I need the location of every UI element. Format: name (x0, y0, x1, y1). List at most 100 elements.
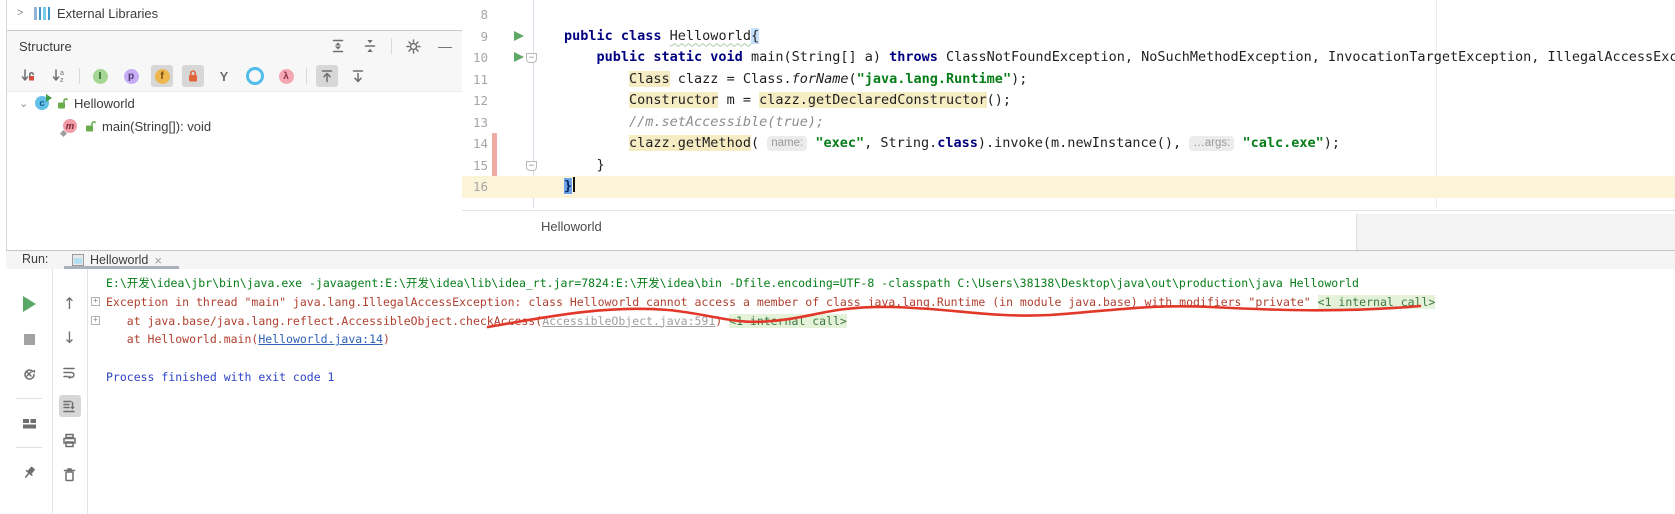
code-line[interactable]: 12 Constructor m = clazz.getDeclaredCons… (462, 90, 1675, 112)
code-text: public static void main(String[] a) thro… (564, 47, 1675, 69)
autoscroll-to-source-icon[interactable] (316, 65, 338, 87)
code-token (564, 92, 629, 108)
code-token: m = (718, 92, 759, 108)
code-token: } (564, 157, 605, 173)
left-panel: > External Libraries Scratches and Conso… (6, 0, 463, 250)
console-line: Process finished with exit code 1 (106, 368, 1675, 387)
public-lock-icon (56, 97, 68, 110)
scroll-to-end-icon[interactable] (59, 395, 81, 417)
editor[interactable]: 89public class Helloworld{10 − public sta… (462, 0, 1675, 250)
console-line: +Exception in thread "main" java.lang.Il… (106, 293, 1675, 312)
class-run-icon: c (35, 96, 50, 111)
run-line-icon[interactable] (514, 52, 524, 62)
up-stack-trace-icon[interactable]: ↑ (59, 293, 81, 315)
rerun-button[interactable] (18, 293, 40, 315)
code-line[interactable]: 13 //m.setAccessible(true); (462, 112, 1675, 134)
run-panel-label: Run: (22, 252, 48, 266)
console-line: + at java.base/java.lang.reflect.Accessi… (106, 312, 1675, 331)
chevron-down-icon[interactable]: ⌄ (19, 97, 29, 110)
show-inherited-icon[interactable]: I (89, 65, 111, 87)
code-text: Constructor m = clazz.getDeclaredConstru… (564, 90, 1011, 112)
public-lock-icon (84, 120, 96, 133)
tree-item-method[interactable]: m main(String[]): void (7, 115, 462, 138)
code-token: ( (751, 135, 767, 151)
code-token: //m.setAccessible(true); (629, 114, 824, 130)
expand-all-icon[interactable] (327, 35, 349, 57)
tree-item-label: Helloworld (74, 96, 135, 111)
line-number: 10 (462, 47, 488, 69)
code-area[interactable]: 89public class Helloworld{10 − public sta… (462, 4, 1675, 198)
code-token: "calc.exe" (1242, 135, 1323, 151)
rerun-failed-icon[interactable] (18, 363, 40, 385)
console-text: ) (715, 314, 729, 328)
tree-item-class[interactable]: ⌄ c Helloworld (7, 92, 462, 115)
chevron-right-icon[interactable]: > (17, 7, 27, 19)
run-tab-title: Helloworld (90, 253, 148, 267)
code-text: clazz.getMethod( name: "exec", String.cl… (564, 133, 1340, 155)
show-lambdas-icon[interactable]: λ (275, 65, 297, 87)
show-non-public-lock-icon[interactable] (182, 65, 204, 87)
line-number: 15 (462, 155, 488, 177)
stop-button[interactable] (18, 328, 40, 350)
code-token: ); (1011, 71, 1027, 87)
console-text: at Helloworld.main( (106, 332, 258, 346)
code-token: ); (1324, 135, 1340, 151)
corner-filler (1356, 214, 1675, 250)
console-output[interactable]: E:\开发\idea\jbr\bin\java.exe -javaagent:E… (87, 269, 1675, 514)
soft-wrap-icon[interactable] (59, 361, 81, 383)
code-line[interactable]: 15 − } (462, 155, 1675, 177)
code-line[interactable]: 11 Class clazz = Class.forName("java.lan… (462, 69, 1675, 91)
console-line (106, 349, 1675, 368)
clear-console-icon[interactable] (59, 463, 81, 485)
stack-trace-link[interactable]: AccessibleObject.java:591 (542, 314, 715, 328)
caret (573, 177, 575, 192)
code-token: clazz.getMethod (629, 135, 751, 151)
collapse-all-icon[interactable] (359, 35, 381, 57)
code-token: ).invoke(m.newInstance(), (978, 135, 1189, 151)
expand-stack-icon[interactable]: + (91, 297, 100, 306)
autoscroll-from-source-icon[interactable] (347, 65, 369, 87)
sort-alphabetically-icon[interactable]: az (48, 65, 70, 87)
layout-settings-icon[interactable] (18, 412, 40, 434)
sort-by-visibility-icon[interactable] (17, 65, 39, 87)
code-text: Class clazz = Class.forName("java.lang.R… (564, 69, 1027, 91)
console-toolbar: ↑ ↓ (52, 269, 88, 514)
code-text: public class Helloworld{ (564, 26, 759, 48)
show-fields-icon[interactable]: f (151, 65, 173, 87)
console-text: ) (383, 332, 390, 346)
run-toolbar (6, 269, 53, 514)
change-marker (492, 133, 497, 155)
code-line[interactable]: 9public class Helloworld{ (462, 26, 1675, 48)
code-token: "exec" (815, 135, 864, 151)
console-line: at Helloworld.main(Helloworld.java:14) (106, 330, 1675, 349)
settings-gear-icon[interactable] (402, 35, 424, 57)
run-line-icon[interactable] (514, 31, 524, 41)
project-item-external-libraries[interactable]: > External Libraries (7, 0, 462, 26)
close-tab-icon[interactable]: × (154, 254, 162, 267)
fold-marker[interactable]: − (526, 53, 537, 63)
show-properties-icon[interactable]: p (120, 65, 142, 87)
stack-trace-link[interactable]: Helloworld.java:14 (258, 332, 383, 346)
show-anonymous-icon[interactable]: Y (213, 65, 235, 87)
hide-panel-icon[interactable]: — (434, 35, 456, 57)
blue-ring-icon[interactable] (244, 65, 266, 87)
breadcrumb-item[interactable]: Helloworld (541, 219, 602, 234)
code-token (564, 114, 629, 130)
pin-tab-icon[interactable] (18, 461, 40, 483)
svg-text:z: z (60, 77, 64, 84)
print-icon[interactable] (59, 429, 81, 451)
code-line[interactable]: 8 (462, 4, 1675, 26)
code-line[interactable]: 14 clazz.getMethod( name: "exec", String… (462, 133, 1675, 155)
console-text: Exception in thread "main" java.lang.Ill… (106, 295, 1318, 309)
code-token: } (564, 178, 572, 194)
fold-marker[interactable]: − (526, 161, 537, 171)
line-number: 11 (462, 69, 488, 91)
project-tree: > External Libraries Scratches and Conso… (7, 0, 462, 30)
down-stack-trace-icon[interactable]: ↓ (59, 327, 81, 349)
library-icon (34, 7, 50, 20)
expand-stack-icon[interactable]: + (91, 316, 100, 325)
console-text: at java.base/java.lang.reflect.Accessibl… (106, 314, 542, 328)
code-line[interactable]: 16} (462, 176, 1675, 198)
code-line[interactable]: 10 − public static void main(String[] a) … (462, 47, 1675, 69)
ide-window: > External Libraries Scratches and Conso… (0, 0, 1675, 514)
